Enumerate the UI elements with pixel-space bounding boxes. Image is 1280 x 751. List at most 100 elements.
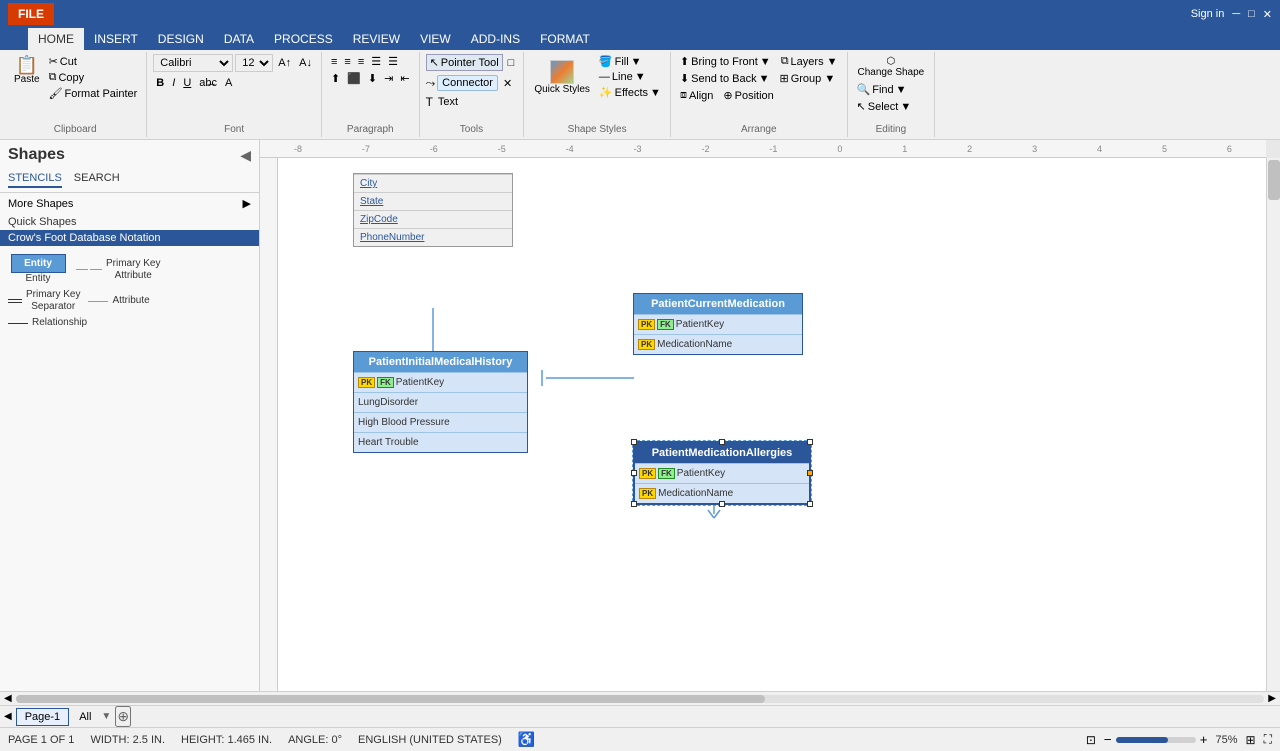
font-name-select[interactable]: Calibri (153, 54, 233, 72)
group-button[interactable]: ⊞ Group ▼ (776, 71, 838, 86)
handle-br[interactable] (807, 501, 813, 507)
select-button[interactable]: ↖ Select ▼ (854, 99, 915, 114)
minimize-icon[interactable]: ─ (1232, 8, 1240, 20)
position-button[interactable]: ⊕ Position (720, 88, 776, 103)
paste-button[interactable]: 📋 Paste (10, 54, 44, 87)
increase-font-button[interactable]: A↑ (275, 56, 294, 70)
h-scrollbar-thumb[interactable] (16, 695, 765, 703)
bold-button[interactable]: B (153, 76, 167, 90)
patient-current-med-table[interactable]: PatientCurrentMedication PK FK PatientKe… (633, 293, 803, 355)
handle-tl[interactable] (631, 439, 637, 445)
connector-close-button[interactable]: ✕ (500, 76, 515, 91)
align-top-button[interactable]: ⬆ (328, 71, 343, 86)
close-icon[interactable]: ✕ (1263, 8, 1272, 21)
gray-row-phone[interactable]: PhoneNumber (354, 228, 512, 246)
change-shape-button[interactable]: ⬡ Change Shape (854, 54, 929, 80)
underline-button[interactable]: U (180, 76, 194, 90)
patient-current-med-pk-row[interactable]: PK FK PatientKey (634, 314, 802, 334)
gray-row-city[interactable]: City (354, 174, 512, 192)
attr-stencil[interactable]: Attribute (88, 295, 149, 307)
numbered-list-button[interactable]: ☰ (385, 54, 401, 69)
outdent-button[interactable]: ⇤ (397, 71, 412, 86)
italic-button[interactable]: I (169, 76, 178, 90)
pk-attr-stencil[interactable]: Primary KeyAttribute (76, 258, 160, 282)
accessibility-icon[interactable]: ♿ (518, 731, 535, 748)
sign-in[interactable]: Sign in (1191, 8, 1225, 20)
zoom-in-button[interactable]: + (1200, 732, 1208, 747)
handle-ml[interactable] (631, 470, 637, 476)
patient-med-allergies-pk-row[interactable]: PK FK PatientKey (635, 463, 809, 483)
text-button[interactable]: Text (435, 95, 461, 109)
pointer-tool-button[interactable]: ↖ Pointer Tool (426, 54, 503, 71)
tab-format[interactable]: FORMAT (530, 28, 600, 50)
normal-view-button[interactable]: ⊞ (1246, 733, 1256, 747)
patient-med-history-lung-row[interactable]: LungDisorder (354, 392, 527, 412)
list-button[interactable]: ☰ (368, 54, 384, 69)
align-center-button[interactable]: ≡ (341, 54, 353, 69)
align-right-button[interactable]: ≡ (355, 54, 367, 69)
scroll-left-button[interactable]: ◀ (4, 693, 12, 704)
format-painter-button[interactable]: 🖌 Format Painter (46, 86, 141, 101)
gray-row-state[interactable]: State (354, 192, 512, 210)
font-size-select[interactable]: 12pt. (235, 54, 273, 72)
file-tab[interactable]: FILE (8, 3, 54, 25)
effects-button[interactable]: ✨ Effects ▼ (596, 85, 664, 100)
maximize-icon[interactable]: □ (1248, 8, 1255, 20)
tab-design[interactable]: DESIGN (148, 28, 214, 50)
fullscreen-button[interactable]: ⛶ (1264, 732, 1272, 747)
scrollbar-thumb[interactable] (1268, 160, 1280, 200)
patient-med-allergies-table[interactable]: PatientMedicationAllergies PK FK Patient… (633, 441, 811, 505)
zoom-slider-track[interactable] (1116, 737, 1196, 743)
patient-med-history-heart-row[interactable]: Heart Trouble (354, 432, 527, 452)
h-scrollbar[interactable]: ◀ ▶ (0, 691, 1280, 705)
decrease-font-button[interactable]: A↓ (296, 56, 315, 70)
align-button[interactable]: ⧈ Align (677, 88, 716, 103)
tab-home[interactable]: HOME (28, 28, 84, 50)
layers-button[interactable]: ⧉ Layers ▼ (778, 54, 841, 69)
quick-shapes[interactable]: Quick Shapes (0, 214, 259, 230)
fill-button[interactable]: 🪣 Fill ▼ (596, 54, 664, 69)
page-tab-1[interactable]: Page-1 (16, 708, 69, 726)
diagram-canvas[interactable]: City State ZipCode PhoneNumber PatientIn… (278, 158, 1266, 691)
gray-table[interactable]: City State ZipCode PhoneNumber (353, 173, 513, 247)
tab-process[interactable]: PROCESS (264, 28, 343, 50)
align-middle-button[interactable]: ⬛ (344, 71, 364, 86)
tab-stencils[interactable]: STENCILS (8, 170, 62, 188)
more-shapes[interactable]: More Shapes ▶ (0, 193, 259, 214)
scroll-pages-left[interactable]: ◀ (4, 711, 12, 722)
pk-sep-stencil[interactable]: Primary KeySeparator (8, 289, 80, 313)
handle-mr[interactable] (807, 470, 813, 476)
gray-row-zipcode[interactable]: ZipCode (354, 210, 512, 228)
scroll-right-button[interactable]: ▶ (1268, 693, 1276, 704)
add-page-button[interactable]: ⊕ (115, 706, 131, 727)
crow-foot-stencil[interactable]: Crow's Foot Database Notation (0, 230, 259, 246)
handle-tc[interactable] (719, 439, 725, 445)
font-color-button[interactable]: A (222, 76, 235, 90)
patient-med-history-table[interactable]: PatientInitialMedicalHistory PK FK Patie… (353, 351, 528, 453)
quick-styles-button[interactable]: Quick Styles (530, 58, 594, 97)
tab-insert[interactable]: INSERT (84, 28, 148, 50)
patient-med-history-bp-row[interactable]: High Blood Pressure (354, 412, 527, 432)
sidebar-toggle[interactable]: ◀ (240, 147, 251, 164)
cut-button[interactable]: ✂ Cut (46, 54, 141, 69)
bring-to-front-button[interactable]: ⬆ Bring to Front ▼ (677, 54, 774, 69)
line-button[interactable]: — Line ▼ (596, 70, 664, 84)
all-pages-button[interactable]: All (73, 709, 97, 725)
align-bottom-button[interactable]: ⬇ (365, 71, 380, 86)
patient-current-med-name-row[interactable]: PK MedicationName (634, 334, 802, 354)
tab-data[interactable]: DATA (214, 28, 264, 50)
tab-review[interactable]: REVIEW (343, 28, 410, 50)
align-left-button[interactable]: ≡ (328, 54, 340, 69)
shape-select-button[interactable]: □ (505, 56, 518, 70)
send-to-back-button[interactable]: ⬇ Send to Back ▼ (677, 71, 773, 86)
tab-file[interactable] (8, 28, 28, 50)
relationship-stencil[interactable]: Relationship (8, 317, 87, 329)
entity-stencil[interactable]: Entity Entity (8, 254, 68, 285)
handle-bl[interactable] (631, 501, 637, 507)
patient-med-history-pk-row[interactable]: PK FK PatientKey (354, 372, 527, 392)
handle-bc[interactable] (719, 501, 725, 507)
handle-tr[interactable] (807, 439, 813, 445)
fit-page-button[interactable]: ⊡ (1086, 733, 1096, 747)
connector-button[interactable]: Connector (437, 75, 498, 91)
patient-med-allergies-name-row[interactable]: PK MedicationName (635, 483, 809, 503)
